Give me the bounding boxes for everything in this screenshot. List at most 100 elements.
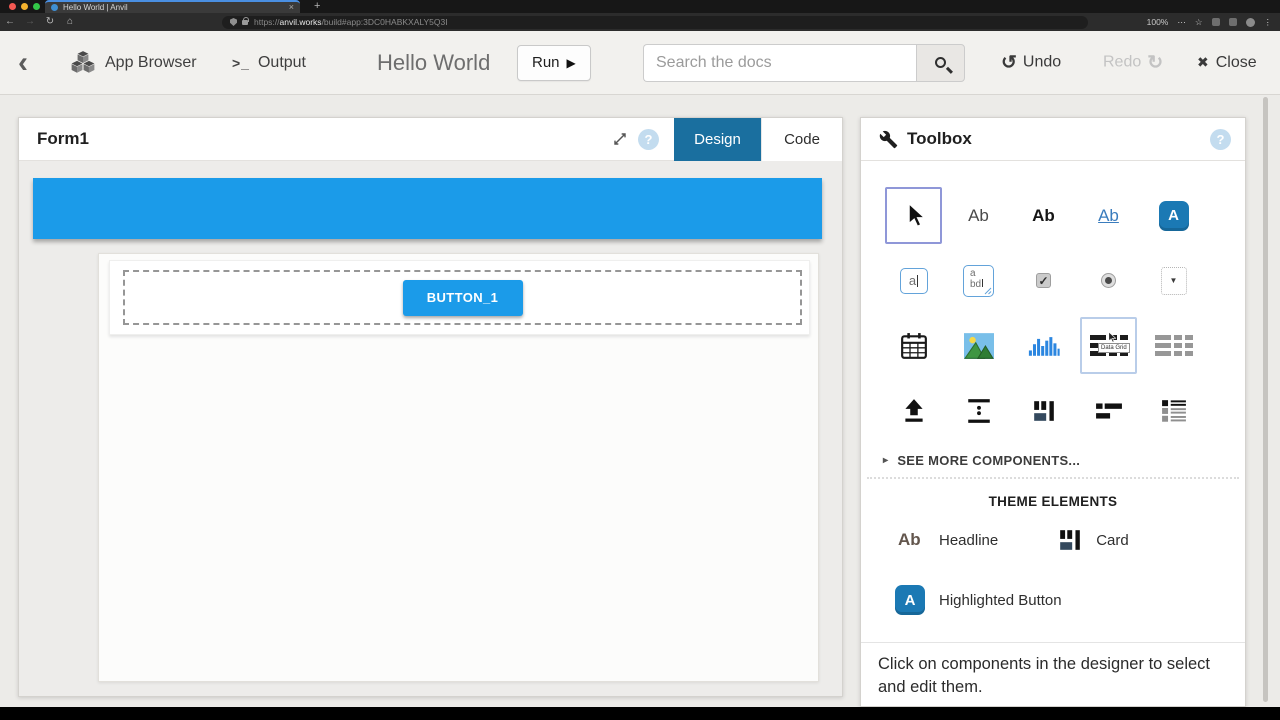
tool-textbox[interactable]: a — [885, 252, 942, 309]
profile-avatar[interactable] — [1246, 18, 1255, 27]
headline-glyph-icon: Ab — [898, 530, 925, 550]
tab-design[interactable]: Design — [674, 118, 761, 161]
output-label: Output — [258, 54, 306, 72]
bold-label-glyph: Ab — [1032, 206, 1055, 226]
theme-row: Ab Headline Card — [861, 509, 1245, 571]
dropdown-icon: ▼ — [1161, 267, 1187, 295]
shield-icon[interactable] — [230, 18, 237, 26]
card-icon — [1058, 528, 1082, 552]
browser-forward-icon[interactable]: → — [20, 13, 40, 31]
form-page[interactable]: BUTTON_1 — [98, 253, 819, 682]
cursor-icon — [903, 203, 925, 229]
tool-image[interactable] — [950, 317, 1007, 374]
window-zoom-button[interactable] — [33, 3, 40, 10]
run-button[interactable]: Run ▶ — [517, 45, 591, 81]
chevron-right-icon: ▸ — [883, 455, 888, 466]
close-button[interactable]: ✖ Close — [1197, 54, 1257, 72]
overflow-menu-icon[interactable]: ⋯ — [1177, 17, 1186, 28]
theme-headline[interactable]: Headline — [939, 532, 998, 549]
extension-icon[interactable] — [1212, 18, 1220, 26]
linear-panel-icon — [1095, 400, 1123, 422]
tool-repeatingpanel[interactable] — [1145, 382, 1202, 439]
browser-nav-right: 100% ⋯ ☆ ⋮ — [1147, 13, 1272, 31]
tool-label[interactable]: Ab — [950, 187, 1007, 244]
tool-spacer[interactable] — [950, 382, 1007, 439]
redo-button[interactable]: Redo ↻ — [1103, 53, 1163, 72]
toolbox-panel: Toolbox ? Ab Ab Ab A a a bd — [860, 117, 1246, 707]
tool-plot[interactable] — [1015, 317, 1072, 374]
theme-card[interactable]: Card — [1096, 532, 1129, 549]
tab-code[interactable]: Code — [761, 118, 842, 161]
toolbox-help-icon[interactable]: ? — [1210, 129, 1231, 150]
bookmark-star-icon[interactable]: ☆ — [1195, 17, 1203, 28]
tool-link[interactable]: Ab — [1080, 187, 1137, 244]
browser-tab[interactable]: Hello World | Anvil × — [45, 0, 300, 13]
form-help-icon[interactable]: ? — [638, 129, 659, 150]
form-title: Form1 — [37, 129, 89, 149]
upload-icon — [900, 397, 928, 425]
tool-bold-label[interactable]: Ab — [1015, 187, 1072, 244]
run-label: Run — [532, 54, 560, 71]
form-designer-panel: Form1 ? Design Code BUTTON_1 — [18, 117, 843, 697]
browser-menu-icon[interactable]: ⋮ — [1264, 17, 1273, 28]
address-bar[interactable]: https://anvil.works/build#app:3DC0HABKXA… — [222, 16, 1088, 29]
radio-icon — [1101, 273, 1116, 288]
tool-select[interactable] — [885, 187, 942, 244]
tool-dropdown[interactable]: ▼ — [1145, 252, 1202, 309]
tool-checkbox[interactable]: ✓ — [1015, 252, 1072, 309]
button-1-component[interactable]: BUTTON_1 — [403, 280, 523, 316]
editor-tabs: Design Code — [674, 118, 842, 161]
toolbox-help-text: Click on components in the designer to s… — [861, 643, 1245, 699]
tool-datepicker[interactable] — [885, 317, 942, 374]
url-text: https://anvil.works/build#app:3DC0HABKXA… — [254, 17, 448, 27]
app-browser-button[interactable]: App Browser — [70, 51, 197, 75]
drop-zone[interactable]: BUTTON_1 — [123, 270, 802, 325]
lock-icon[interactable] — [242, 20, 248, 25]
scrollbar[interactable] — [1263, 97, 1268, 702]
search-button[interactable] — [916, 44, 965, 82]
docs-search — [643, 44, 965, 82]
tool-textarea[interactable]: a bd — [950, 252, 1007, 309]
app-title: Hello World — [377, 50, 490, 76]
tool-datarowpanel[interactable] — [1145, 317, 1202, 374]
data-grid-tooltip: Data Grid — [1098, 343, 1130, 353]
zoom-level[interactable]: 100% — [1147, 17, 1169, 27]
calendar-icon — [900, 332, 928, 360]
tool-linearpanel[interactable] — [1080, 382, 1137, 439]
tool-button[interactable]: A — [1145, 187, 1202, 244]
tab-close-icon[interactable]: × — [289, 3, 294, 12]
browser-reload-icon[interactable]: ↻ — [40, 13, 60, 31]
window-close-button[interactable] — [9, 3, 16, 10]
theme-highlighted-button[interactable]: Highlighted Button — [939, 592, 1062, 609]
bar-chart-icon — [1028, 334, 1060, 358]
close-icon: ✖ — [1197, 54, 1209, 71]
undo-button[interactable]: ↺ Undo — [1001, 53, 1061, 72]
new-tab-button[interactable]: + — [314, 0, 320, 13]
expand-icon[interactable] — [610, 129, 630, 149]
cubes-icon — [70, 51, 96, 75]
tool-fileloader[interactable] — [885, 382, 942, 439]
window-minimize-button[interactable] — [21, 3, 28, 10]
browser-tab-strip: Hello World | Anvil × + — [0, 0, 1280, 13]
toolbox-header: Toolbox ? — [861, 118, 1245, 161]
search-input[interactable] — [643, 44, 916, 82]
browser-back-icon[interactable]: ← — [0, 13, 20, 31]
back-button[interactable]: ‹ — [18, 48, 28, 78]
component-strip[interactable]: BUTTON_1 — [109, 260, 810, 335]
divider — [867, 477, 1239, 479]
image-icon — [964, 333, 994, 359]
theme-elements-title: THEME ELEMENTS — [861, 494, 1245, 509]
redo-label: Redo — [1103, 54, 1141, 72]
extension-icon[interactable] — [1229, 18, 1237, 26]
spacer-icon — [965, 397, 993, 425]
tool-columnpanel[interactable] — [1015, 382, 1072, 439]
app-title-banner[interactable] — [33, 178, 822, 239]
design-canvas[interactable]: BUTTON_1 — [19, 161, 842, 696]
browser-home-icon[interactable]: ⌂ — [60, 13, 80, 31]
label-glyph: Ab — [968, 206, 989, 226]
tool-radiobutton[interactable] — [1080, 252, 1137, 309]
app-header: ‹ App Browser >_ Output Hello World Run … — [0, 31, 1280, 95]
tool-datagrid[interactable]: Data Grid — [1080, 317, 1137, 374]
see-more-components[interactable]: ▸ SEE MORE COMPONENTS... — [883, 453, 1245, 468]
output-button[interactable]: >_ Output — [232, 54, 306, 72]
